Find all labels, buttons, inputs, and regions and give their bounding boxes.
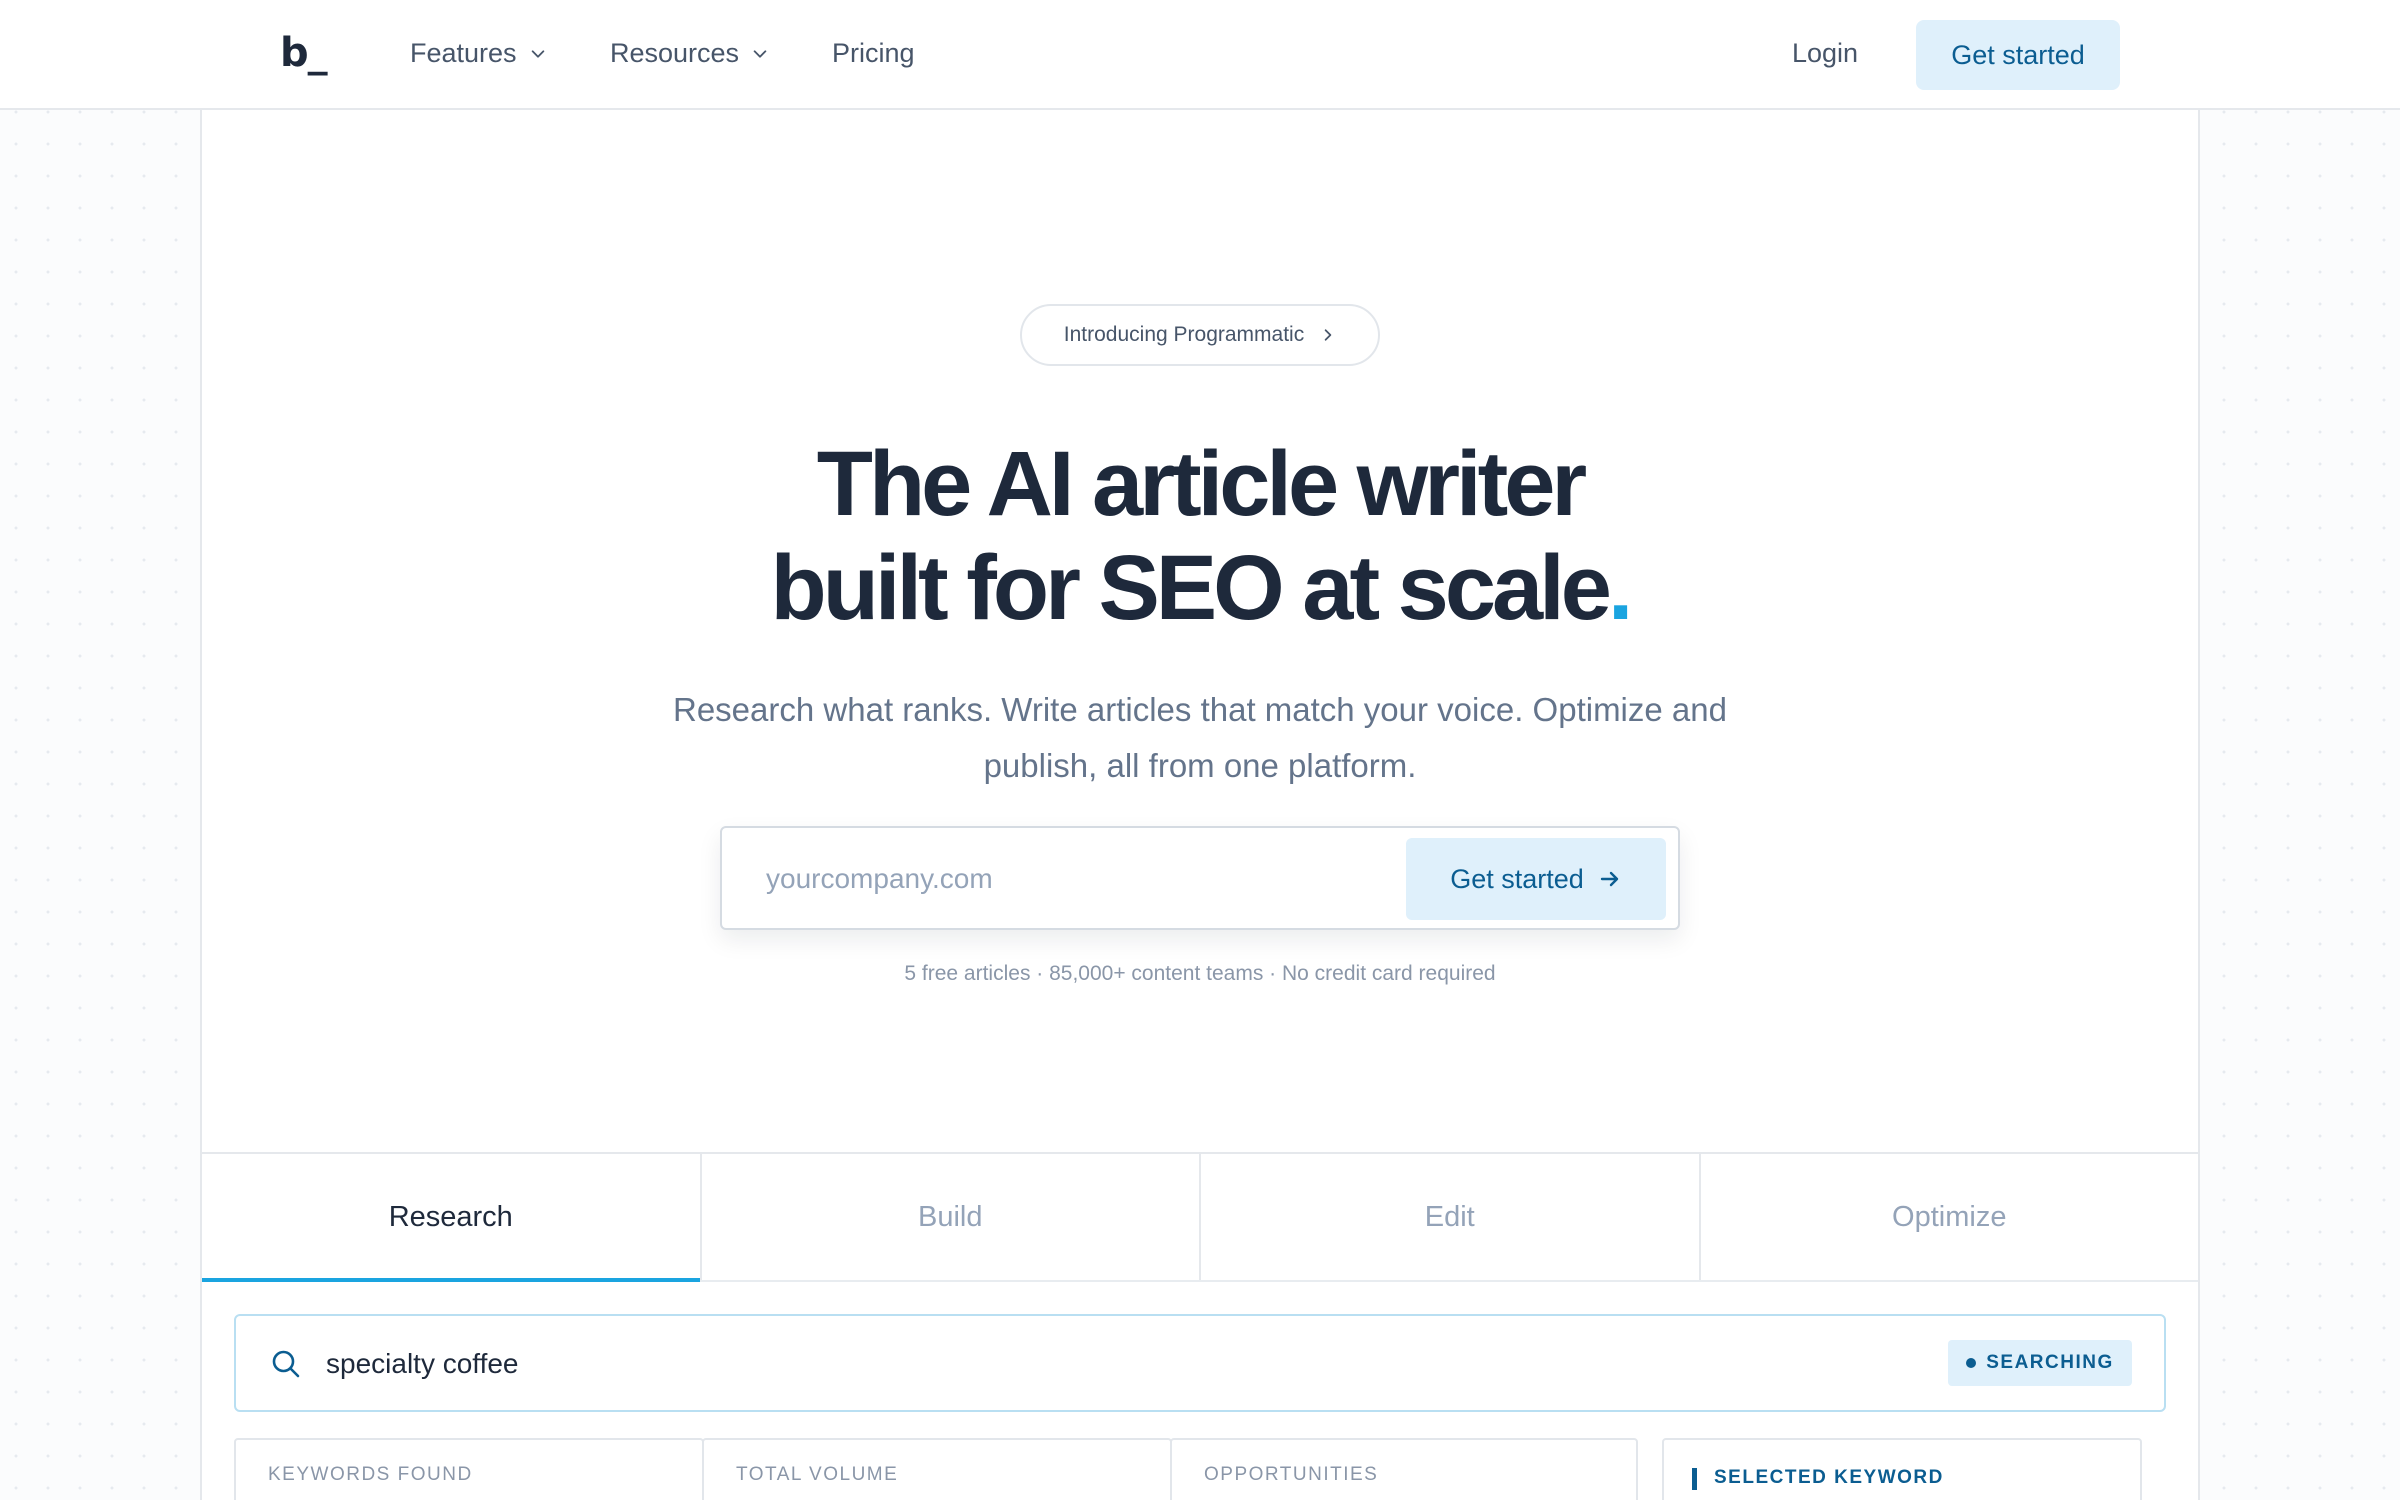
nav-resources[interactable]: Resources [610, 38, 769, 69]
fine-print: 5 free articles · 85,000+ content teams … [904, 962, 1496, 985]
workflow-tabs: Research Build Edit Optimize [202, 1152, 2198, 1282]
chevron-right-icon [1324, 329, 1332, 341]
hero-subtitle-line-1: Research what ranks. Write articles that… [673, 691, 1727, 728]
stat-card-opportunities: OPPORTUNITIES [1170, 1438, 1638, 1500]
selected-keyword-accent-bar [1692, 1468, 1697, 1490]
login-link[interactable]: Login [1792, 38, 1858, 69]
top-nav: b_ Features Resources Pricing Login Get … [0, 0, 2400, 110]
nav-features[interactable]: Features [410, 38, 547, 69]
stat-card-volume: TOTAL VOLUME [702, 1438, 1172, 1500]
arrow-right-icon [1600, 871, 1618, 887]
tab-edit[interactable]: Edit [1201, 1154, 1701, 1280]
hero-get-started-label: Get started [1450, 863, 1584, 894]
headline-line-2-text: built for SEO at scale [770, 537, 1612, 639]
stat-label: TOTAL VOLUME [736, 1464, 899, 1485]
headline-line-2: built for SEO at scale. [0, 536, 2400, 640]
logo[interactable]: b_ [280, 30, 328, 76]
domain-input[interactable] [766, 856, 1366, 902]
stat-label: KEYWORDS FOUND [268, 1464, 473, 1485]
selected-keyword-card: SELECTED KEYWORD [1662, 1438, 2142, 1500]
hero-get-started-button[interactable]: Get started [1406, 838, 1666, 920]
stat-label: OPPORTUNITIES [1204, 1464, 1379, 1485]
search-query: specialty coffee [326, 1348, 519, 1379]
nav-get-started-button[interactable]: Get started [1916, 20, 2120, 90]
tab-optimize[interactable]: Optimize [1701, 1154, 2199, 1280]
keyword-search-bar[interactable]: specialty coffee SEARCHING [234, 1314, 2166, 1412]
nav-resources-label: Resources [610, 38, 740, 68]
hero-subtitle-line-2: publish, all from one platform. [983, 747, 1417, 784]
nav-features-label: Features [410, 38, 517, 68]
headline-line-1: The AI article writer [816, 433, 1587, 535]
status-dot [1966, 1358, 1977, 1368]
status-badge: SEARCHING [1948, 1340, 2132, 1386]
nav-pricing[interactable]: Pricing [832, 38, 915, 69]
signup-form: Get started [720, 826, 1680, 930]
announcement-label: Introducing Programmatic [1063, 323, 1305, 346]
status-badge-label: SEARCHING [1986, 1352, 2114, 1373]
tab-build[interactable]: Build [702, 1154, 1201, 1280]
search-icon [272, 1350, 300, 1378]
stat-card-keywords: KEYWORDS FOUND [234, 1438, 704, 1500]
chevron-down-icon [531, 49, 544, 58]
tab-research[interactable]: Research [202, 1154, 702, 1282]
selected-keyword-label: SELECTED KEYWORD [1714, 1467, 1944, 1488]
announcement-pill[interactable]: Introducing Programmatic [1020, 304, 1380, 366]
headline-accent-dot: . [1607, 537, 1633, 639]
nav-pricing-label: Pricing [832, 38, 915, 68]
chevron-down-icon [753, 49, 767, 58]
